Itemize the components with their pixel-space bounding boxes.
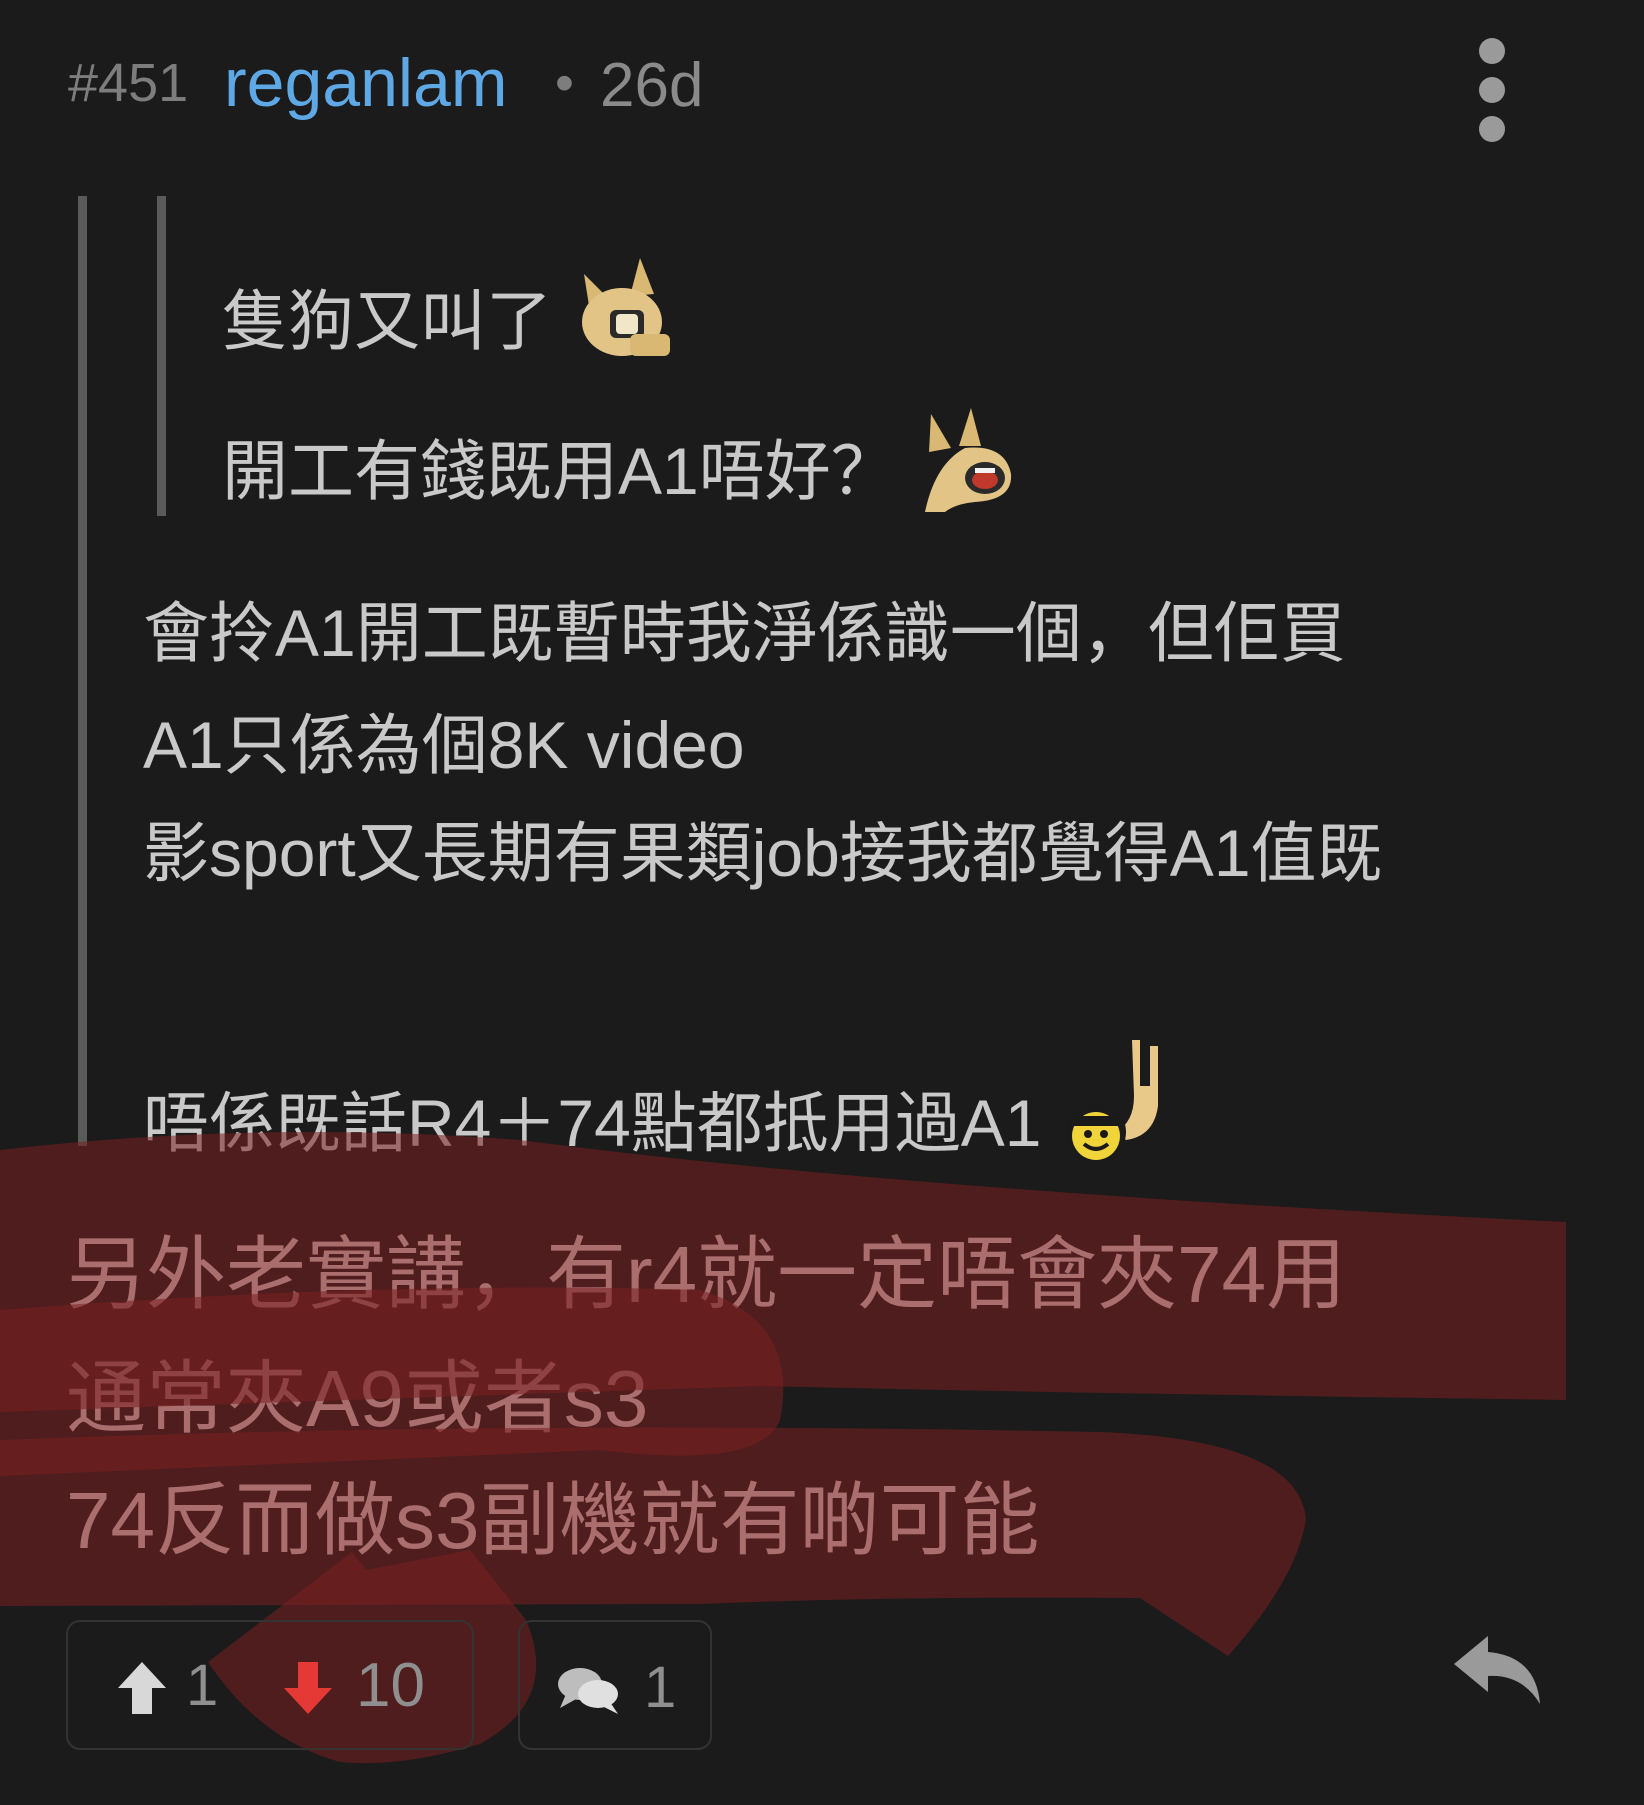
outer-quote-text-4: 唔係既話R4＋74點都抵用過A1 [143, 1086, 1042, 1160]
dog-facepalm-sticker-icon [582, 258, 671, 356]
more-vertical-icon[interactable] [1478, 38, 1506, 142]
upvote-count: 1 [186, 1653, 219, 1718]
outer-quote-line-2: A1只係為個8K video [143, 708, 745, 782]
outer-quote-line-4: 唔係既話R4＋74點都抵用過A1 [143, 1036, 1170, 1166]
reply-line-1: 另外老實講，有r4就一定唔會夾74用 [66, 1230, 1347, 1319]
outer-quote-line-3: 影sport又長期有果類job接我都覺得A1值既 [143, 816, 1383, 890]
comment-count: 1 [644, 1655, 677, 1720]
nested-quote-text-1: 隻狗又叫了 [222, 284, 552, 358]
nested-quote-line-1: 隻狗又叫了 [222, 254, 680, 364]
downvote-count: 10 [356, 1651, 425, 1720]
upvote-arrow-icon[interactable] [116, 1660, 168, 1716]
post-age: 26d [600, 51, 704, 120]
comment-bubbles-icon[interactable] [556, 1662, 620, 1716]
username-link[interactable]: reganlam [224, 44, 508, 122]
nested-quote-line-2: 開工有錢既用A1唔好？ [222, 404, 1025, 514]
quote-bar-outer [78, 196, 87, 1146]
reply-arrow-icon[interactable] [1450, 1632, 1546, 1708]
quote-bar-inner [157, 196, 166, 516]
post-number: #451 [68, 53, 189, 113]
nested-quote-text-2: 開工有錢既用A1唔好？ [222, 434, 897, 508]
reply-line-3: 74反而做s3副機就有啲可能 [66, 1476, 1040, 1565]
dog-shouting-sticker-icon [925, 408, 1012, 512]
separator-dot: • [555, 53, 574, 113]
reply-line-2: 通常夾A9或者s3 [66, 1354, 649, 1443]
outer-quote-line-1: 會拎A1開工既暫時我淨係識一個，但佢買 [143, 596, 1346, 670]
rock-on-smiley-sticker-icon [1065, 1040, 1158, 1162]
downvote-arrow-icon[interactable] [282, 1660, 334, 1716]
